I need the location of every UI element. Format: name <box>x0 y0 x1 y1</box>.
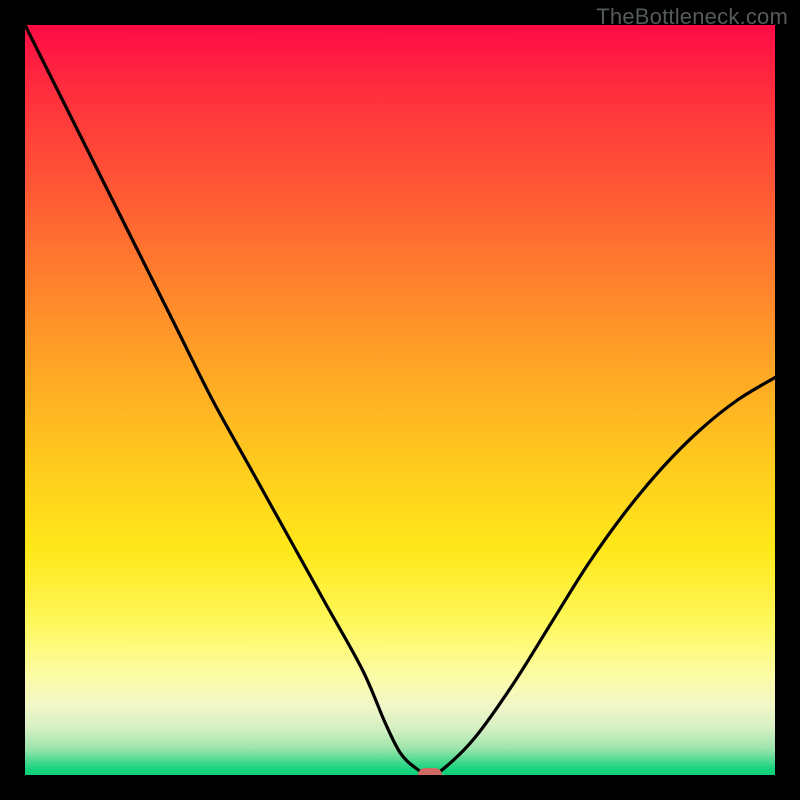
watermark-text: TheBottleneck.com <box>596 4 788 30</box>
bottleneck-curve <box>25 25 775 775</box>
curve-layer <box>25 25 775 775</box>
plot-area <box>25 25 775 775</box>
minimum-marker <box>418 768 442 775</box>
chart-frame: TheBottleneck.com <box>0 0 800 800</box>
